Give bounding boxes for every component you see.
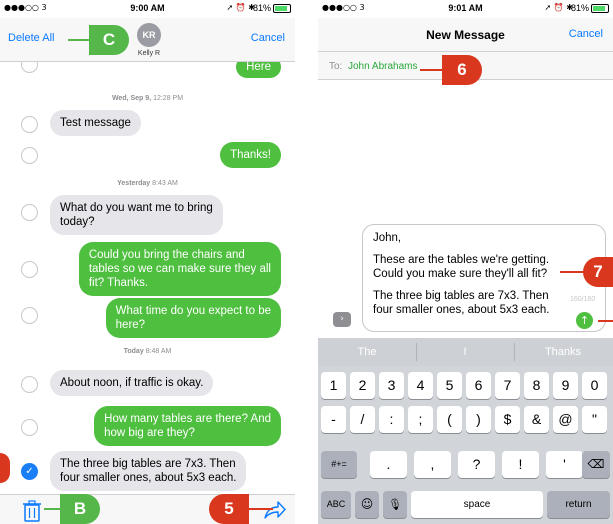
message-thread: Here Wed, Sep 9, 12:28 PM Test message T… <box>0 62 295 494</box>
microphone-icon[interactable]: 🎙 <box>383 491 407 518</box>
message-bubble-incoming[interactable]: About noon, if traffic is okay. <box>50 370 214 396</box>
key-2[interactable]: 2 <box>350 372 375 399</box>
callout-6-pointer <box>420 69 442 71</box>
trash-icon[interactable] <box>22 500 42 522</box>
key-slash[interactable]: / <box>350 406 375 433</box>
message-bubble-outgoing[interactable]: Here <box>236 62 281 78</box>
battery-percent: 81% <box>570 3 589 13</box>
timestamp: Wed, Sep 9, 12:28 PM <box>111 95 184 102</box>
predictive-bar: The I Thanks <box>318 338 613 366</box>
key-7[interactable]: 7 <box>495 372 520 399</box>
compose-paragraph-2: The three big tables are 7x3. Then four s… <box>373 290 550 316</box>
emoji-icon[interactable]: ☺ <box>355 491 379 518</box>
avatar[interactable]: KR <box>137 23 161 47</box>
character-count: 160/160 <box>570 296 596 303</box>
space-key[interactable]: space <box>411 491 543 518</box>
key-3[interactable]: 3 <box>379 372 404 399</box>
callout-b-pointer <box>44 508 62 510</box>
callout-partial-pointer <box>598 320 613 322</box>
select-circle[interactable] <box>21 204 38 221</box>
battery-percent: 81% <box>252 3 271 13</box>
recipient-name[interactable]: John Abrahams <box>348 61 418 72</box>
message-bubble-outgoing[interactable]: What time do you expect to be here? <box>105 298 281 338</box>
keyboard: The I Thanks 1 2 3 4 5 6 7 8 9 0 - / : ;… <box>318 338 613 524</box>
key-0[interactable]: 0 <box>582 372 607 399</box>
status-bar: ●●●○○ 3 9:00 AM ➚ ⏰ ✱ 81% <box>0 0 295 18</box>
send-arrow-icon[interactable]: ↑ <box>576 312 593 329</box>
select-circle[interactable] <box>21 307 38 324</box>
conversation-header: Delete All KR Kelly R Cancel <box>0 18 295 62</box>
key-8[interactable]: 8 <box>524 372 549 399</box>
status-icons: ➚ ⏰ ✱ <box>226 3 255 12</box>
callout-c-pointer <box>68 39 90 41</box>
key-semicolon[interactable]: ; <box>408 406 433 433</box>
compose-paragraph-1: These are the tables we're getting. Could… <box>373 254 550 280</box>
checkmark-icon[interactable]: ✓ <box>21 463 38 480</box>
message-compose-field[interactable]: John, These are the tables we're getting… <box>362 224 606 332</box>
key-dash[interactable]: - <box>321 406 346 433</box>
message-bubble-incoming[interactable]: What do you want me to bring today? <box>50 195 223 235</box>
suggestion-2[interactable]: I <box>416 338 514 366</box>
callout-b: B <box>60 494 100 524</box>
left-phone-screen: ●●●○○ 3 9:00 AM ➚ ⏰ ✱ 81% Delete All KR … <box>0 0 295 524</box>
key-ampersand[interactable]: & <box>524 406 549 433</box>
delete-all-button[interactable]: Delete All <box>8 32 54 44</box>
message-bubble-outgoing[interactable]: Could you bring the chairs and tables so … <box>78 242 281 296</box>
status-bar: ●●●○○ 3 9:01 AM ➚ ⏰ ✱ 81% <box>318 0 613 18</box>
key-6[interactable]: 6 <box>466 372 491 399</box>
message-bubble-outgoing[interactable]: How many tables are there? And how big ar… <box>94 406 281 446</box>
key-4[interactable]: 4 <box>408 372 433 399</box>
callout-7: 7 <box>583 257 613 287</box>
select-circle[interactable] <box>21 376 38 393</box>
battery-icon <box>273 4 291 13</box>
to-label: To: <box>329 61 343 72</box>
key-colon[interactable]: : <box>379 406 404 433</box>
compose-greeting: John, <box>373 232 402 244</box>
callout-5: 5 <box>209 494 249 524</box>
key-abc[interactable]: ABC <box>321 491 351 518</box>
key-quote[interactable]: " <box>582 406 607 433</box>
suggestion-3[interactable]: Thanks <box>514 338 612 366</box>
key-9[interactable]: 9 <box>553 372 578 399</box>
forward-icon[interactable] <box>263 500 287 520</box>
key-at[interactable]: @ <box>553 406 578 433</box>
key-exclamation[interactable]: ! <box>502 451 539 478</box>
key-comma[interactable]: , <box>414 451 451 478</box>
new-message-header: New Message Cancel <box>318 18 613 52</box>
key-1[interactable]: 1 <box>321 372 346 399</box>
delete-key-icon[interactable]: ⌫ <box>582 451 610 478</box>
cancel-button[interactable]: Cancel <box>251 32 285 44</box>
timestamp: Today 8:48 AM <box>123 348 172 355</box>
select-circle[interactable] <box>21 116 38 133</box>
select-circle[interactable] <box>21 419 38 436</box>
key-period[interactable]: . <box>370 451 407 478</box>
callout-c: C <box>89 25 129 55</box>
key-more-symbols[interactable]: #+= <box>321 451 357 478</box>
return-key[interactable]: return <box>547 491 610 518</box>
message-bubble-outgoing[interactable]: Thanks! <box>220 142 281 168</box>
key-apostrophe[interactable]: ' <box>546 451 583 478</box>
message-bubble-incoming[interactable]: Test message <box>50 110 141 136</box>
chevron-right-icon[interactable]: › <box>333 312 351 327</box>
callout-7-pointer <box>560 271 584 273</box>
select-circle[interactable] <box>21 62 38 73</box>
timestamp: Yesterday 8:43 AM <box>117 180 178 187</box>
select-circle[interactable] <box>21 147 38 164</box>
suggestion-1[interactable]: The <box>318 338 416 366</box>
callout-6: 6 <box>442 55 482 85</box>
key-open-paren[interactable]: ( <box>437 406 462 433</box>
key-dollar[interactable]: $ <box>495 406 520 433</box>
battery-icon <box>591 4 609 13</box>
message-bubble-incoming-selected[interactable]: The three big tables are 7x3. Then four s… <box>50 451 247 491</box>
cancel-button[interactable]: Cancel <box>569 28 603 40</box>
key-close-paren[interactable]: ) <box>466 406 491 433</box>
key-5[interactable]: 5 <box>437 372 462 399</box>
select-circle[interactable] <box>21 261 38 278</box>
key-question[interactable]: ? <box>458 451 495 478</box>
status-icons: ➚ ⏰ ✱ <box>544 3 573 12</box>
callout-5-pointer <box>249 508 273 510</box>
